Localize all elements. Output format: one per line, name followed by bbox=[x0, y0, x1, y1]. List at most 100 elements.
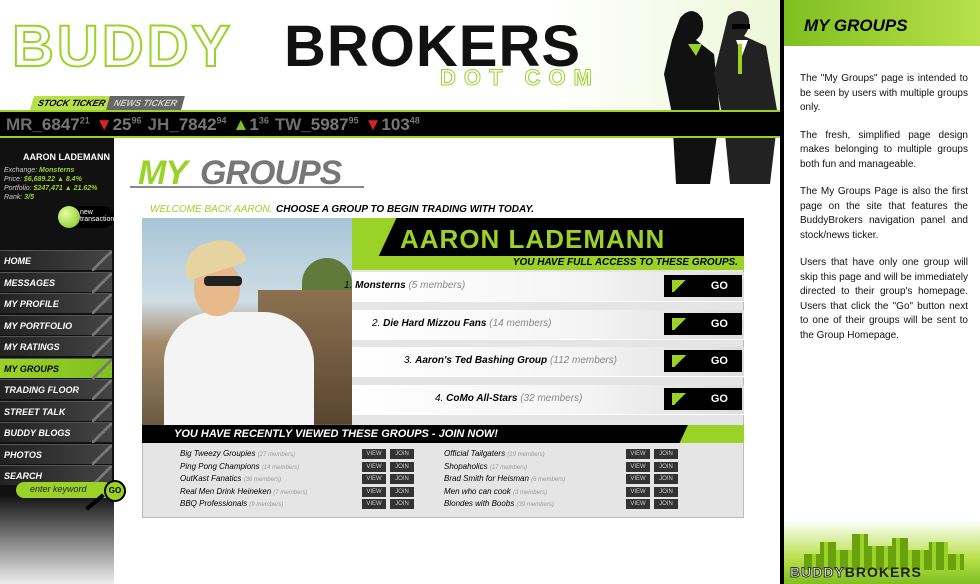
logo-dotcom: DOT COM bbox=[440, 65, 600, 91]
nav-item-my-profile[interactable]: MY PROFILE bbox=[0, 293, 112, 314]
logo-buddy[interactable]: BUDDY bbox=[11, 17, 233, 77]
chevron-icon bbox=[92, 359, 112, 379]
stock-ticker: MR_684721 ▼2596 JH_784294 ▲136 TW_598795 ▼103… bbox=[0, 110, 780, 138]
chevron-icon bbox=[92, 316, 112, 336]
go-button[interactable]: GO bbox=[664, 388, 742, 410]
chevron-right-icon bbox=[672, 355, 688, 367]
chevron-icon bbox=[92, 380, 112, 400]
recent-group-item: Official Tailgaters (19 members) VIEW JOIN bbox=[444, 448, 734, 461]
profile-price: Price: $6,689.22 ▲ 8.4% bbox=[4, 176, 82, 183]
chevron-icon bbox=[92, 273, 112, 293]
view-button[interactable]: VIEW bbox=[362, 449, 386, 459]
right-panel-logo: BUDDYBROKERS bbox=[790, 564, 922, 581]
recent-groups-header: YOU HAVE RECENTLY VIEWED THESE GROUPS - … bbox=[142, 425, 744, 443]
join-button[interactable]: JOIN bbox=[654, 499, 678, 509]
view-button[interactable]: VIEW bbox=[626, 461, 650, 472]
chevron-icon bbox=[92, 337, 112, 357]
nav-item-my-portfolio[interactable]: MY PORTFOLIO bbox=[0, 315, 112, 336]
nav-item-home[interactable]: HOME bbox=[0, 250, 112, 271]
view-button[interactable]: VIEW bbox=[626, 499, 650, 509]
profile-name: AARON LADEMANN bbox=[23, 152, 110, 162]
profile-exchange: Exchange: Monsterns bbox=[4, 167, 75, 174]
tab-stock-ticker[interactable]: STOCK TICKER bbox=[30, 96, 114, 110]
user-banner-name: AARON LADEMANN bbox=[400, 224, 666, 254]
chevron-icon bbox=[92, 251, 112, 271]
view-button[interactable]: VIEW bbox=[626, 486, 650, 497]
ticker-item[interactable]: ▲136 bbox=[233, 115, 269, 135]
access-text: YOU HAVE FULL ACCESS TO THESE GROUPS. bbox=[352, 256, 744, 270]
recent-group-item: Ping Pong Champions (14 members) VIEW JOIN bbox=[180, 461, 440, 474]
ticker-item[interactable]: ▼2596 bbox=[96, 115, 142, 135]
join-button[interactable]: JOIN bbox=[390, 474, 414, 484]
tab-news-ticker[interactable]: NEWS TICKER bbox=[106, 96, 185, 110]
view-button[interactable]: VIEW bbox=[362, 486, 386, 497]
go-button[interactable]: GO bbox=[664, 350, 742, 372]
chevron-icon bbox=[92, 294, 112, 314]
ticker-item[interactable]: JH_784294 bbox=[148, 115, 227, 135]
view-button[interactable]: VIEW bbox=[362, 474, 386, 484]
join-button[interactable]: JOIN bbox=[654, 486, 678, 497]
user-photo bbox=[142, 218, 352, 425]
chevron-icon bbox=[92, 423, 112, 443]
brokers-illustration bbox=[664, 11, 778, 184]
group-row[interactable]: 2. Die Hard Mizzou Fans (14 members) GO bbox=[352, 310, 744, 340]
group-row[interactable]: 4. CoMo All-Stars (32 members) GO bbox=[352, 385, 744, 415]
go-button[interactable]: GO bbox=[664, 275, 742, 297]
view-button[interactable]: VIEW bbox=[362, 461, 386, 472]
group-row[interactable]: 3. Aaron's Ted Bashing Group (112 member… bbox=[352, 347, 744, 377]
ball-icon bbox=[58, 206, 80, 228]
join-button[interactable]: JOIN bbox=[390, 449, 414, 459]
main-area: BUDDY BROKERS DOT COM STOCK TICKER NEWS … bbox=[0, 0, 780, 584]
title-underline bbox=[130, 186, 364, 188]
nav-item-messages[interactable]: MESSAGES bbox=[0, 272, 112, 293]
choose-text: CHOOSE A GROUP TO BEGIN TRADING WITH TOD… bbox=[276, 204, 534, 215]
recent-group-item: Big Tweezy Groupies (27 members) VIEW JOIN bbox=[180, 448, 440, 461]
search-go-button[interactable]: GO bbox=[104, 480, 126, 502]
nav-item-street-talk[interactable]: STREET TALK bbox=[0, 401, 112, 422]
recent-list-right: Official Tailgaters (19 members) VIEW JOIN… bbox=[444, 448, 734, 511]
join-button[interactable]: JOIN bbox=[390, 486, 414, 497]
join-button[interactable]: JOIN bbox=[654, 474, 678, 484]
chevron-icon bbox=[92, 402, 112, 422]
recent-group-item: BBQ Professionals (9 members) VIEW JOIN bbox=[180, 498, 440, 511]
chevron-right-icon bbox=[672, 318, 688, 330]
nav-item-my-ratings[interactable]: MY RATINGS bbox=[0, 336, 112, 357]
nav-item-buddy-blogs[interactable]: BUDDY BLOGS bbox=[0, 422, 112, 443]
view-button[interactable]: VIEW bbox=[626, 449, 650, 459]
ticker-item[interactable]: MR_684721 bbox=[6, 115, 90, 135]
nav-item-photos[interactable]: PHOTOS bbox=[0, 444, 112, 465]
chevron-right-icon bbox=[672, 393, 688, 405]
recent-group-item: Shopaholics (17 members) VIEW JOIN bbox=[444, 461, 734, 474]
profile-rank: Rank: 3/5 bbox=[4, 194, 34, 201]
recent-group-item: Real Men Drink Heineken (7 members) VIEW J… bbox=[180, 486, 440, 499]
group-label[interactable]: 3. Aaron's Ted Bashing Group (112 member… bbox=[404, 355, 617, 366]
join-button[interactable]: JOIN bbox=[654, 461, 678, 472]
recent-group-item: OutKast Fanatics (36 members) VIEW JOIN bbox=[180, 473, 440, 486]
ticker-item[interactable]: TW_598795 bbox=[275, 115, 359, 135]
recent-list-left: Big Tweezy Groupies (27 members) VIEW JOIN… bbox=[180, 448, 440, 511]
chevron-right-icon bbox=[672, 280, 688, 292]
group-label[interactable]: 2. Die Hard Mizzou Fans (14 members) bbox=[372, 318, 552, 329]
right-panel: MY GROUPS The "My Groups" page is intend… bbox=[780, 0, 980, 584]
nav-item-my-groups[interactable]: MY GROUPS bbox=[0, 358, 112, 379]
right-panel-text: The "My Groups" page is intended to be s… bbox=[800, 73, 968, 341]
group-label[interactable]: 4. CoMo All-Stars (32 members) bbox=[435, 393, 582, 404]
join-button[interactable]: JOIN bbox=[390, 461, 414, 472]
nav-item-trading-floor[interactable]: TRADING FLOOR bbox=[0, 379, 112, 400]
go-button[interactable]: GO bbox=[664, 313, 742, 335]
ticker-item[interactable]: ▼10348 bbox=[365, 115, 420, 135]
recent-group-item: Blondes with Boobs (39 members) VIEW JOIN bbox=[444, 498, 734, 511]
right-panel-title: MY GROUPS bbox=[804, 16, 908, 35]
new-transaction-button[interactable]: new transaction bbox=[58, 206, 114, 228]
group-label[interactable]: 1. Monsterns (5 members) bbox=[344, 280, 465, 291]
profile-portfolio: Portfolio: $247,471 ▲ 21.62% bbox=[4, 185, 98, 192]
recent-group-item: Men who can cook (3 members) VIEW JOIN bbox=[444, 486, 734, 499]
view-button[interactable]: VIEW bbox=[362, 499, 386, 509]
group-row[interactable]: 1. Monsterns (5 members) GO bbox=[344, 272, 744, 302]
welcome-text: WELCOME BACK AARON. bbox=[150, 204, 273, 215]
header: BUDDY BROKERS DOT COM STOCK TICKER NEWS … bbox=[0, 0, 780, 184]
recent-group-item: Brad Smith for Heisman (6 members) VIEW JO… bbox=[444, 473, 734, 486]
view-button[interactable]: VIEW bbox=[626, 474, 650, 484]
join-button[interactable]: JOIN bbox=[390, 499, 414, 509]
join-button[interactable]: JOIN bbox=[654, 449, 678, 459]
